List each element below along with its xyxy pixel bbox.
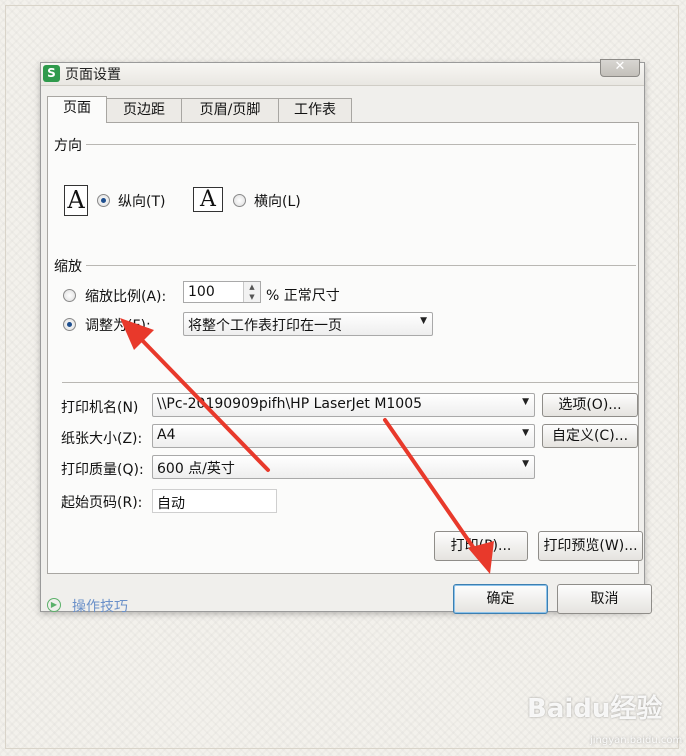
wps-sheet-icon: S [43, 65, 60, 82]
fit-to-label[interactable]: 调整为(F): [85, 315, 151, 335]
page-tab-panel: 方向 A 纵向(T) A 横向(L) 缩放 缩放比例(A): 100 ▲ ▼ % … [47, 122, 643, 574]
close-button[interactable]: ✕ [600, 59, 640, 77]
portrait-radio[interactable] [97, 194, 110, 207]
close-icon: ✕ [614, 59, 626, 74]
printer-options-button[interactable]: 选项(O)... [542, 393, 638, 417]
custom-paper-button[interactable]: 自定义(C)... [542, 424, 638, 448]
printer-divider [62, 382, 638, 383]
print-quality-label: 打印质量(Q): [61, 462, 144, 478]
cancel-button[interactable]: 取消 [557, 584, 652, 614]
printer-name-value: \\Pc-20190909pifh\HP LaserJet M1005 [157, 396, 423, 412]
portrait-label[interactable]: 纵向(T) [118, 191, 165, 211]
print-button[interactable]: 打印(P)... [434, 531, 528, 561]
orientation-section-label: 方向 [54, 138, 82, 154]
start-page-value: 自动 [157, 496, 185, 512]
tips-link[interactable]: 操作技巧 [72, 596, 128, 616]
dialog-title: 页面设置 [65, 67, 121, 83]
chevron-down-icon: ▼ [522, 459, 529, 469]
fit-to-value: 将整个工作表打印在一页 [188, 318, 342, 334]
fit-to-radio[interactable] [63, 318, 76, 331]
fit-to-select[interactable]: 将整个工作表打印在一页 ▼ [183, 312, 433, 336]
scale-ratio-stepper[interactable]: 100 ▲ ▼ [183, 281, 261, 303]
title-bar: S 页面设置 ✕ [41, 59, 644, 86]
scale-ratio-label[interactable]: 缩放比例(A): [85, 286, 166, 306]
tab-margins[interactable]: 页边距 [106, 98, 182, 122]
tab-sheet[interactable]: 工作表 [278, 98, 352, 122]
paper-size-label: 纸张大小(Z): [61, 431, 143, 447]
start-page-input[interactable]: 自动 [152, 489, 277, 513]
start-page-label: 起始页码(R): [61, 495, 143, 511]
printer-name-select[interactable]: \\Pc-20190909pifh\HP LaserJet M1005 ▼ [152, 393, 535, 417]
baidu-watermark: Baidu经验 [527, 694, 663, 724]
play-circle-icon[interactable]: ▶ [47, 598, 61, 612]
tab-header-footer[interactable]: 页眉/页脚 [181, 98, 279, 122]
scaling-divider [86, 265, 636, 266]
chevron-down-icon: ▼ [420, 316, 427, 326]
spinner-arrows-icon[interactable]: ▲ ▼ [243, 282, 260, 302]
print-preview-button[interactable]: 打印预览(W)... [538, 531, 643, 561]
scale-unit-label: % 正常尺寸 [266, 288, 340, 304]
baidu-watermark-url: jingyan.baidu.com [590, 735, 683, 746]
print-quality-value: 600 点/英寸 [157, 461, 235, 477]
orientation-divider [86, 144, 636, 145]
chevron-down-icon: ▼ [522, 397, 529, 407]
ok-button[interactable]: 确定 [453, 584, 548, 614]
tab-page[interactable]: 页面 [47, 96, 107, 123]
print-quality-select[interactable]: 600 点/英寸 ▼ [152, 455, 535, 479]
chevron-down-icon: ▼ [522, 428, 529, 438]
scale-ratio-value: 100 [188, 284, 215, 300]
scaling-section-label: 缩放 [54, 259, 82, 275]
landscape-radio[interactable] [233, 194, 246, 207]
printer-name-label: 打印机名(N) [61, 400, 139, 416]
scale-ratio-radio[interactable] [63, 289, 76, 302]
landscape-label[interactable]: 横向(L) [254, 191, 301, 211]
page-setup-dialog: S 页面设置 ✕ 页面 页边距 页眉/页脚 工作表 方向 A 纵向(T) A 横… [40, 59, 652, 615]
portrait-page-icon: A [64, 185, 88, 216]
paper-size-select[interactable]: A4 ▼ [152, 424, 535, 448]
landscape-page-icon: A [193, 187, 223, 212]
paper-size-value: A4 [157, 427, 176, 443]
